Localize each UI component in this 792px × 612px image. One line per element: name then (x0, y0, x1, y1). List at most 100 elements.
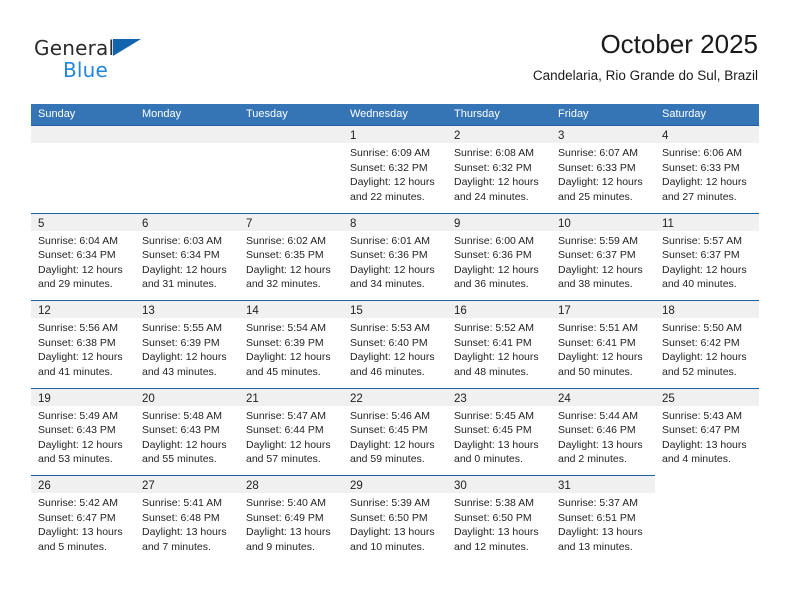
day-cell-empty (135, 125, 239, 213)
logo-text-general: General (34, 36, 115, 60)
daylight-text-line1: Daylight: 12 hours (350, 351, 435, 364)
day-cell[interactable]: 27 Sunrise: 5:41 AM Sunset: 6:48 PM Dayligh… (135, 475, 239, 563)
general-blue-logo[interactable]: General Blue (34, 36, 164, 88)
day-cell[interactable]: 29 Sunrise: 5:39 AM Sunset: 6:50 PM Dayligh… (343, 475, 447, 563)
weekday-header-thursday: Thursday (454, 108, 500, 120)
day-number: 28 (246, 480, 259, 492)
day-cell[interactable]: 21 Sunrise: 5:47 AM Sunset: 6:44 PM Dayligh… (239, 387, 343, 475)
day-cell[interactable]: 14 Sunrise: 5:54 AM Sunset: 6:39 PM Dayligh… (239, 300, 343, 388)
day-cell[interactable]: 8 Sunrise: 6:01 AM Sunset: 6:36 PM Daylight… (343, 212, 447, 300)
calendar-weeks: 1 Sunrise: 6:09 AM Sunset: 6:32 PM Daylight… (31, 125, 759, 563)
day-details: Sunrise: 5:37 AM Sunset: 6:51 PM Daylight:… (551, 493, 655, 554)
day-cell[interactable]: 28 Sunrise: 5:40 AM Sunset: 6:49 PM Dayligh… (239, 475, 343, 563)
sunrise-text: Sunrise: 6:04 AM (38, 234, 118, 247)
day-number: 5 (38, 217, 45, 230)
day-number-band: 22 (343, 388, 447, 406)
day-cell[interactable]: 16 Sunrise: 5:52 AM Sunset: 6:41 PM Dayligh… (447, 300, 551, 388)
day-cell[interactable]: 17 Sunrise: 5:51 AM Sunset: 6:41 PM Dayligh… (551, 300, 655, 388)
day-number: 3 (558, 130, 565, 142)
day-details: Sunrise: 6:09 AM Sunset: 6:32 PM Daylight:… (343, 143, 447, 204)
sunrise-text: Sunrise: 5:55 AM (142, 322, 222, 334)
day-number-band: 4 (655, 126, 759, 143)
sunrise-text: Sunrise: 6:03 AM (142, 234, 222, 247)
day-cell[interactable]: 20 Sunrise: 5:48 AM Sunset: 6:43 PM Dayligh… (135, 387, 239, 475)
day-details: Sunrise: 5:39 AM Sunset: 6:50 PM Daylight:… (343, 493, 447, 554)
day-cell[interactable]: 6 Sunrise: 6:03 AM Sunset: 6:34 PM Daylight… (135, 212, 239, 300)
sunset-text: Sunset: 6:46 PM (558, 424, 636, 437)
daylight-text-line2: and 43 minutes. (142, 365, 217, 378)
day-cell[interactable]: 9 Sunrise: 6:00 AM Sunset: 6:36 PM Daylight… (447, 212, 551, 300)
day-details: Sunrise: 5:59 AM Sunset: 6:37 PM Daylight:… (551, 231, 655, 292)
page-title: October 2025 (600, 29, 758, 59)
day-details: Sunrise: 5:54 AM Sunset: 6:39 PM Daylight:… (239, 318, 343, 379)
daylight-text-line1: Daylight: 12 hours (662, 176, 747, 189)
weekday-header-sunday: Sunday (38, 108, 76, 120)
daylight-text-line2: and 12 minutes. (454, 540, 529, 553)
sunset-text: Sunset: 6:35 PM (246, 249, 324, 262)
sunrise-text: Sunrise: 6:06 AM (662, 147, 742, 159)
day-details: Sunrise: 6:07 AM Sunset: 6:33 PM Daylight:… (551, 143, 655, 204)
day-cell[interactable]: 12 Sunrise: 5:56 AM Sunset: 6:38 PM Dayligh… (31, 300, 135, 388)
sunrise-text: Sunrise: 5:38 AM (454, 497, 534, 509)
day-cell[interactable]: 19 Sunrise: 5:49 AM Sunset: 6:43 PM Dayligh… (31, 387, 135, 475)
day-cell[interactable]: 30 Sunrise: 5:38 AM Sunset: 6:50 PM Dayligh… (447, 475, 551, 563)
day-cell[interactable]: 15 Sunrise: 5:53 AM Sunset: 6:40 PM Dayligh… (343, 300, 447, 388)
day-cell[interactable]: 3 Sunrise: 6:07 AM Sunset: 6:33 PM Daylight… (551, 125, 655, 213)
sunrise-text: Sunrise: 5:37 AM (558, 497, 638, 509)
day-cell[interactable]: 23 Sunrise: 5:45 AM Sunset: 6:45 PM Dayligh… (447, 387, 551, 475)
daylight-text-line1: Daylight: 12 hours (350, 176, 435, 189)
daylight-text-line2: and 13 minutes. (558, 540, 633, 553)
day-cell[interactable]: 5 Sunrise: 6:04 AM Sunset: 6:34 PM Daylight… (31, 212, 135, 300)
sunset-text: Sunset: 6:40 PM (350, 336, 428, 349)
day-number-band (135, 126, 239, 143)
daylight-text-line1: Daylight: 12 hours (558, 176, 643, 189)
day-number: 19 (38, 392, 51, 405)
daylight-text-line1: Daylight: 12 hours (246, 438, 331, 451)
sunrise-text: Sunrise: 5:39 AM (350, 497, 430, 509)
daylight-text-line2: and 50 minutes. (558, 365, 633, 378)
daylight-text-line1: Daylight: 13 hours (454, 526, 539, 539)
day-cell[interactable]: 4 Sunrise: 6:06 AM Sunset: 6:33 PM Daylight… (655, 125, 759, 213)
daylight-text-line2: and 53 minutes. (38, 453, 113, 466)
sunset-text: Sunset: 6:42 PM (662, 336, 740, 349)
day-number: 7 (246, 217, 253, 230)
sunset-text: Sunset: 6:32 PM (454, 161, 532, 174)
day-cell[interactable]: 25 Sunrise: 5:43 AM Sunset: 6:47 PM Dayligh… (655, 387, 759, 475)
day-cell[interactable]: 18 Sunrise: 5:50 AM Sunset: 6:42 PM Dayligh… (655, 300, 759, 388)
weekday-header-wednesday: Wednesday (350, 108, 408, 120)
daylight-text-line1: Daylight: 12 hours (350, 263, 435, 276)
day-number-band: 10 (551, 213, 655, 231)
daylight-text-line1: Daylight: 13 hours (350, 526, 435, 539)
sunset-text: Sunset: 6:51 PM (558, 511, 636, 524)
triangle-icon (113, 39, 141, 56)
daylight-text-line2: and 29 minutes. (38, 278, 113, 291)
day-details: Sunrise: 5:42 AM Sunset: 6:47 PM Daylight:… (31, 493, 135, 554)
daylight-text-line2: and 31 minutes. (142, 278, 217, 291)
day-cell[interactable]: 13 Sunrise: 5:55 AM Sunset: 6:39 PM Dayligh… (135, 300, 239, 388)
day-cell[interactable]: 26 Sunrise: 5:42 AM Sunset: 6:47 PM Dayligh… (31, 475, 135, 563)
weekday-header-saturday: Saturday (662, 108, 707, 120)
day-details: Sunrise: 5:48 AM Sunset: 6:43 PM Daylight:… (135, 406, 239, 467)
day-cell[interactable]: 1 Sunrise: 6:09 AM Sunset: 6:32 PM Daylight… (343, 125, 447, 213)
day-number-band: 21 (239, 388, 343, 406)
sunset-text: Sunset: 6:50 PM (454, 511, 532, 524)
daylight-text-line1: Daylight: 12 hours (350, 438, 435, 451)
sunset-text: Sunset: 6:50 PM (350, 511, 428, 524)
day-cell[interactable]: 7 Sunrise: 6:02 AM Sunset: 6:35 PM Daylight… (239, 212, 343, 300)
day-number: 21 (246, 392, 259, 405)
sunrise-text: Sunrise: 5:46 AM (350, 409, 430, 422)
daylight-text-line1: Daylight: 13 hours (38, 526, 123, 539)
day-number: 11 (662, 217, 674, 230)
day-cell[interactable]: 31 Sunrise: 5:37 AM Sunset: 6:51 PM Dayligh… (551, 475, 655, 563)
sunrise-text: Sunrise: 5:47 AM (246, 409, 326, 422)
day-cell[interactable]: 10 Sunrise: 5:59 AM Sunset: 6:37 PM Dayligh… (551, 212, 655, 300)
day-cell[interactable]: 11 Sunrise: 5:57 AM Sunset: 6:37 PM Dayligh… (655, 212, 759, 300)
daylight-text-line1: Daylight: 12 hours (662, 263, 747, 276)
day-number-band: 28 (239, 476, 343, 493)
sunset-text: Sunset: 6:41 PM (454, 336, 532, 349)
sunset-text: Sunset: 6:39 PM (142, 336, 220, 349)
day-details: Sunrise: 5:56 AM Sunset: 6:38 PM Daylight:… (31, 318, 135, 379)
day-cell[interactable]: 24 Sunrise: 5:44 AM Sunset: 6:46 PM Dayligh… (551, 387, 655, 475)
day-cell[interactable]: 2 Sunrise: 6:08 AM Sunset: 6:32 PM Daylight… (447, 125, 551, 213)
day-cell[interactable]: 22 Sunrise: 5:46 AM Sunset: 6:45 PM Dayligh… (343, 387, 447, 475)
